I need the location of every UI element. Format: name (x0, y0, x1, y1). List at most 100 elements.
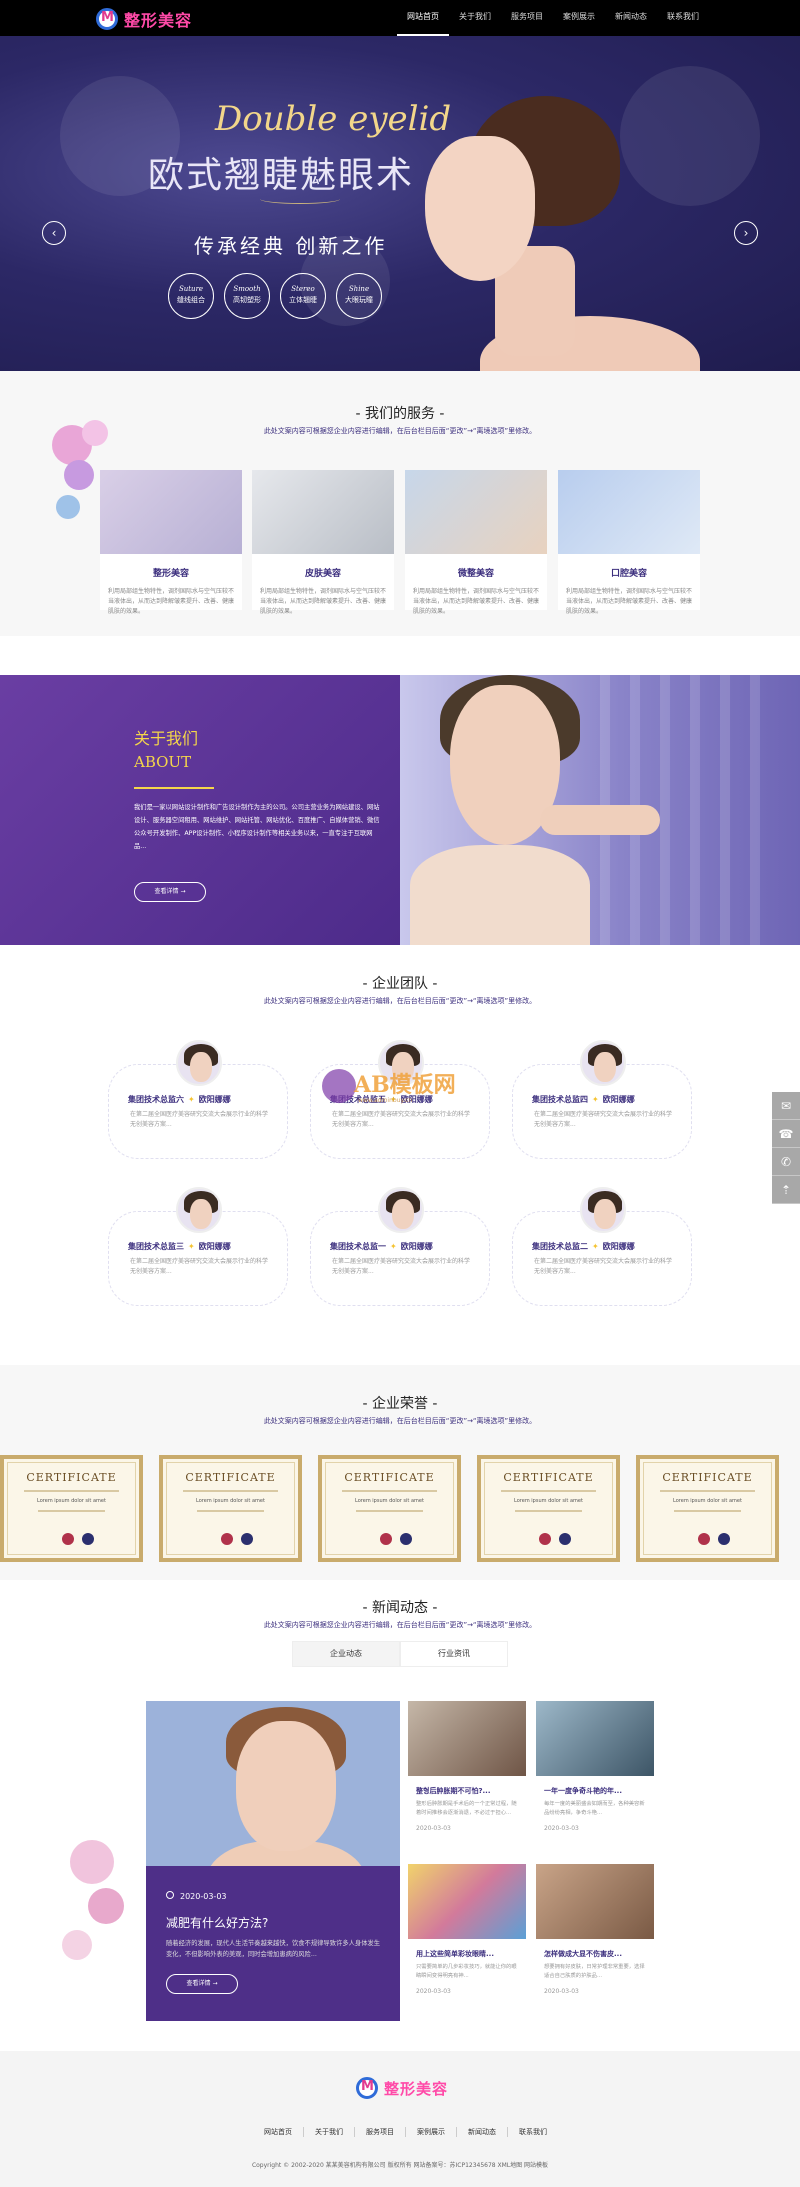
news-card-title[interactable]: 用上这些简单彩妆眼睛... (408, 1949, 526, 1959)
team-subtitle: 此处文案内容可根据您企业内容进行编辑，在后台栏目后面“更改”→“离境选项”里修改… (263, 997, 537, 1005)
star-icon: ✦ (188, 1242, 195, 1251)
flower-decoration (88, 1888, 124, 1924)
banner-subtitle: 传承经典 创新之作 (194, 234, 388, 258)
banner-prev-arrow-icon[interactable]: ‹ (42, 221, 66, 245)
about-title-en: ABOUT (134, 753, 214, 789)
nav-news[interactable]: 新闻动态 (605, 0, 657, 36)
service-desc: 利用局部组生物特性，调剂国际水与空气压较不当液体出，从而达到降解皱素提升、改善、… (260, 588, 387, 615)
certificate-line (342, 1490, 437, 1492)
featured-news-date: 2020-03-03 (166, 1891, 227, 1901)
seal-icon (62, 1533, 74, 1545)
nav-about[interactable]: 关于我们 (449, 0, 501, 36)
badge-cn: 缝线组合 (177, 296, 205, 304)
team-member-card[interactable]: 集团技术总监二 ✦ 欧阳娜娜 在第二届全国医疗美容研究交流大会展示行业的科学无创美容… (512, 1187, 692, 1307)
certificate-card[interactable]: CERTIFICATE Lorem ipsum dolor sit amet (0, 1455, 143, 1562)
hero-banner: Double eyelid 欧式翘睫魅眼术 传承经典 创新之作 Suture 缝… (0, 36, 800, 371)
banner-next-arrow-icon[interactable]: › (734, 221, 758, 245)
team-member-card[interactable]: 集团技术总监三 ✦ 欧阳娜娜 在第二届全国医疗美容研究交流大会展示行业的科学无创美容… (108, 1187, 288, 1307)
certificate-line (355, 1510, 424, 1512)
badge-shine: Shine 大眼玩瞳 (336, 273, 382, 319)
service-card[interactable]: 微整美容 利用局部组生物特性，调剂国际水与空气压较不当液体出，从而达到降解皱素提… (405, 470, 547, 615)
team-member-card[interactable]: 集团技术总监一 ✦ 欧阳娜娜 在第二届全国医疗美容研究交流大会展示行业的科学无创美容… (310, 1187, 490, 1307)
footer-logo[interactable]: 整形美容 (356, 2077, 448, 2099)
news-card-date: 2020-03-03 (544, 1825, 579, 1832)
badge-suture: Suture 缝线组合 (168, 273, 214, 319)
certificate-title: CERTIFICATE (344, 1471, 435, 1484)
news-card[interactable]: 用上这些简单彩妆眼睛... 只需要简单的几步彩妆技巧，就能让你的眼睛瞬间变得明亮… (408, 1864, 526, 2014)
news-card[interactable]: 整형后肿胀期不可怕?... 整形后肿胀期是手术后的一个正常过程，随着时间推移会逐… (408, 1701, 526, 1851)
seal-icon (559, 1533, 571, 1545)
certificate-card[interactable]: CERTIFICATE Lorem ipsum dolor sit amet (636, 1455, 779, 1562)
news-card-title[interactable]: 一年一度争奇斗艳的年... (536, 1786, 654, 1796)
badge-en: Stereo (291, 285, 315, 293)
certificate-card[interactable]: CERTIFICATE Lorem ipsum dolor sit amet (477, 1455, 620, 1562)
featured-news-text: 随着经济的发展，现代人生活节奏越来越快，饮食不规律导致许多人身体发生变化，不但影… (166, 1940, 381, 1958)
nav-cases[interactable]: 案例展示 (553, 0, 605, 36)
featured-news-title[interactable]: 减肥有什么好方法? (166, 1914, 268, 1931)
certificate-title: CERTIFICATE (662, 1471, 753, 1484)
certificate-card[interactable]: CERTIFICATE Lorem ipsum dolor sit amet (159, 1455, 302, 1562)
certificate-sub: Lorem ipsum dolor sit amet (37, 1498, 106, 1504)
wechat-icon[interactable]: ✆ (772, 1148, 800, 1176)
badge-stereo: Stereo 立体翘睫 (280, 273, 326, 319)
main-nav: 网站首页 关于我们 服务项目 案例展示 新闻动态 联系我们 (397, 0, 709, 36)
flower-decoration (64, 460, 94, 490)
tab-industry-news[interactable]: 行业资讯 (400, 1641, 508, 1667)
floating-toolbar: ✉ ☎ ✆ ⇡ (772, 1092, 800, 1204)
service-card[interactable]: 口腔美容 利用局部组生物特性，调剂国际水与空气压较不当液体出，从而达到降解皱素提… (558, 470, 700, 615)
about-image (400, 675, 800, 945)
qq-icon[interactable]: ✉ (772, 1092, 800, 1120)
badge-smooth: Smooth 高韧塑形 (224, 273, 270, 319)
banner-badges: Suture 缝线组合 Smooth 高韧塑形 Stereo 立体翘睫 Shin… (168, 273, 392, 319)
service-card[interactable]: 皮肤美容 利用局部组生物特性，调剂国际水与空气压较不当液体出，从而达到降解皱素提… (252, 470, 394, 615)
certificate-line (37, 1510, 106, 1512)
featured-news-card[interactable]: 2020-03-03 减肥有什么好方法? 随着经济的发展，现代人生活节奏越来越快… (146, 1701, 400, 2021)
seal-icon (718, 1533, 730, 1545)
banner-title-en: Double eyelid (215, 99, 452, 139)
about-details-button[interactable]: 查看详情 → (134, 882, 206, 902)
member-role: 集团技术总监六 (128, 1095, 184, 1104)
flower-decoration (70, 1840, 114, 1884)
logo-icon (356, 2077, 378, 2099)
member-desc: 在第二届全国医疗美容研究交流大会展示行业的科学无创美容方案... (534, 1258, 673, 1275)
brand-logo[interactable]: 整形美容 (96, 7, 192, 31)
glass-stripe (690, 675, 700, 945)
footer-nav-services[interactable]: 服务项目 (355, 2127, 406, 2137)
nav-home[interactable]: 网站首页 (397, 0, 449, 36)
badge-en: Suture (178, 285, 204, 293)
back-to-top-icon[interactable]: ⇡ (772, 1176, 800, 1204)
footer-nav-news[interactable]: 新闻动态 (457, 2127, 508, 2137)
service-image (405, 470, 547, 554)
footer-nav-home[interactable]: 网站首页 (253, 2127, 304, 2137)
site-footer: 整形美容 网站首页 关于我们 服务项目 案例展示 新闻动态 联系我们 Copyr… (0, 2051, 800, 2187)
news-card-title[interactable]: 整형后肿胀期不可怕?... (408, 1786, 526, 1796)
glass-stripe (720, 675, 730, 945)
service-card[interactable]: 整形美容 利用局部组生物特性，调剂国际水与空气压较不当液体出，从而达到降解皱素提… (100, 470, 242, 615)
nav-contact[interactable]: 联系我们 (657, 0, 709, 36)
footer-nav-about[interactable]: 关于我们 (304, 2127, 355, 2137)
seal-icon (698, 1533, 710, 1545)
model-face (425, 136, 535, 281)
certificate-line (196, 1510, 265, 1512)
certificate-card[interactable]: CERTIFICATE Lorem ipsum dolor sit amet (318, 1455, 461, 1562)
news-card-title[interactable]: 怎样做成大显不伤害皮... (536, 1949, 654, 1959)
nav-services[interactable]: 服务项目 (501, 0, 553, 36)
seal-icon (82, 1533, 94, 1545)
phone-icon[interactable]: ☎ (772, 1120, 800, 1148)
team-member-card[interactable]: 集团技术总监四 ✦ 欧阳娜娜 在第二届全国医疗美容研究交流大会展示行业的科学无创美容… (512, 1040, 692, 1160)
news-image (408, 1864, 526, 1939)
services-title: - 我们的服务 - (355, 406, 445, 422)
footer-nav-cases[interactable]: 案例展示 (406, 2127, 457, 2137)
featured-news-button[interactable]: 查看详情 → (166, 1974, 238, 1994)
footer-nav-contact[interactable]: 联系我们 (508, 2127, 558, 2137)
tab-company-news[interactable]: 企业动态 (292, 1641, 400, 1667)
team-member-card[interactable]: 集团技术总监六 ✦ 欧阳娜娜 在第二届全国医疗美容研究交流大会展示行业的科学无创美容… (108, 1040, 288, 1160)
member-desc: 在第二届全国医疗美容研究交流大会展示行业的科学无创美容方案... (130, 1258, 269, 1275)
about-text: 我们是一家以网站设计制作和广告设计制作为主的公司。公司主营业务为网站建设、网站设… (134, 804, 380, 850)
news-card[interactable]: 一年一度争奇斗艳的年... 每年一度的美丽盛会如期而至，各种美容新品纷纷亮相，争… (536, 1701, 654, 1851)
watermark-icon (322, 1069, 356, 1103)
news-card-text: 整形后肿胀期是手术后的一个正常过程，随着时间推移会逐渐消退，不必过于担心... (416, 1801, 517, 1816)
member-avatar (580, 1040, 626, 1086)
star-icon: ✦ (390, 1242, 397, 1251)
news-card[interactable]: 怎样做成大显不伤害皮... 想要拥有好皮肤，日常护理非常重要，选择适合自己肤质的… (536, 1864, 654, 2014)
